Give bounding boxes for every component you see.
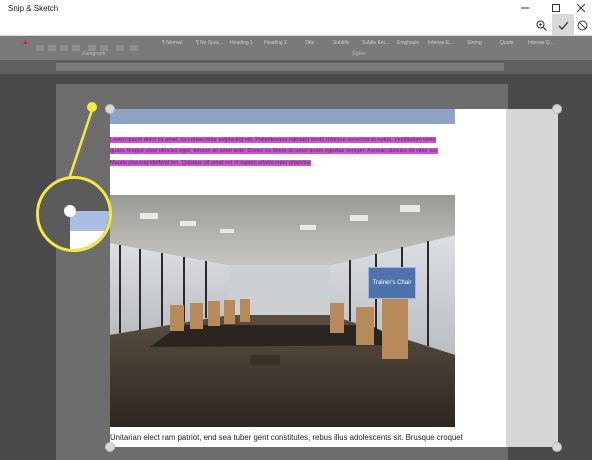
paragraph-tools xyxy=(36,39,146,51)
highlighted-paragraph: Lorem ipsum dolor sit amet, cu consectet… xyxy=(110,135,453,169)
font-color-icon: ▲ xyxy=(22,39,29,46)
styles-group-label: Styles xyxy=(352,51,366,57)
style-normal: ¶ Normal xyxy=(162,40,183,46)
style-quote: Quote xyxy=(500,40,514,46)
callout-label: Trainer's Chair xyxy=(372,280,412,286)
document-ribbon: ▲ ¶ Normal ¶ No Spac... Heading 1 Headin… xyxy=(0,36,592,60)
magnifier-view xyxy=(39,179,109,249)
style-no-spacing: ¶ No Spac... xyxy=(196,40,224,46)
title-bar: Snip & Sketch xyxy=(0,0,592,36)
style-intense-quote: Intense Q... xyxy=(528,40,554,46)
selection-handle-top-left[interactable] xyxy=(105,104,115,114)
zoom-icon xyxy=(536,20,547,31)
cancel-icon xyxy=(577,20,587,30)
selection-handle-bottom-right[interactable] xyxy=(552,442,562,452)
paragraph-group-label: Paragraph xyxy=(82,51,106,57)
snip-selection-region[interactable]: Lorem ipsum dolor sit amet, cu consectet… xyxy=(110,109,558,447)
heading-bar xyxy=(110,109,455,124)
document-page: Lorem ipsum dolor sit amet, cu consectet… xyxy=(110,109,506,447)
minimize-icon xyxy=(521,7,529,9)
style-intense-emphasis: Intense E... xyxy=(428,40,454,46)
maximize-button[interactable] xyxy=(545,2,567,14)
magnifier-loupe xyxy=(36,176,112,252)
callout-box: Trainer's Chair xyxy=(368,267,416,299)
ruler xyxy=(0,60,592,74)
minimize-button[interactable] xyxy=(514,2,536,14)
maximize-icon xyxy=(552,4,560,12)
app-title: Snip & Sketch xyxy=(8,4,59,13)
selection-handle-top-right[interactable] xyxy=(552,104,562,114)
selection-handle-bottom-left[interactable] xyxy=(105,442,115,452)
style-emphasis: Emphasis xyxy=(397,40,419,46)
magnifier-anchor-dot xyxy=(87,102,97,112)
conference-room-photo: Trainer's Chair xyxy=(110,195,455,427)
style-title: Title xyxy=(305,40,315,46)
style-subtle-emphasis: Subtle Em... xyxy=(362,40,390,46)
style-heading-1: Heading 1 xyxy=(230,40,253,46)
body-text-line: Unitarian elect ram patriot, end sea tub… xyxy=(110,433,463,442)
style-subtitle: Subtitle xyxy=(333,40,350,46)
checkmark-icon xyxy=(558,21,568,30)
highlighted-text: Lorem ipsum dolor sit amet, cu consectet… xyxy=(110,137,439,166)
close-button[interactable] xyxy=(570,2,592,14)
zoom-button[interactable] xyxy=(530,14,552,36)
close-icon xyxy=(577,4,585,12)
style-strong: Strong xyxy=(467,40,482,46)
cancel-button[interactable] xyxy=(571,14,592,36)
style-heading-2: Heading 2 xyxy=(264,40,287,46)
